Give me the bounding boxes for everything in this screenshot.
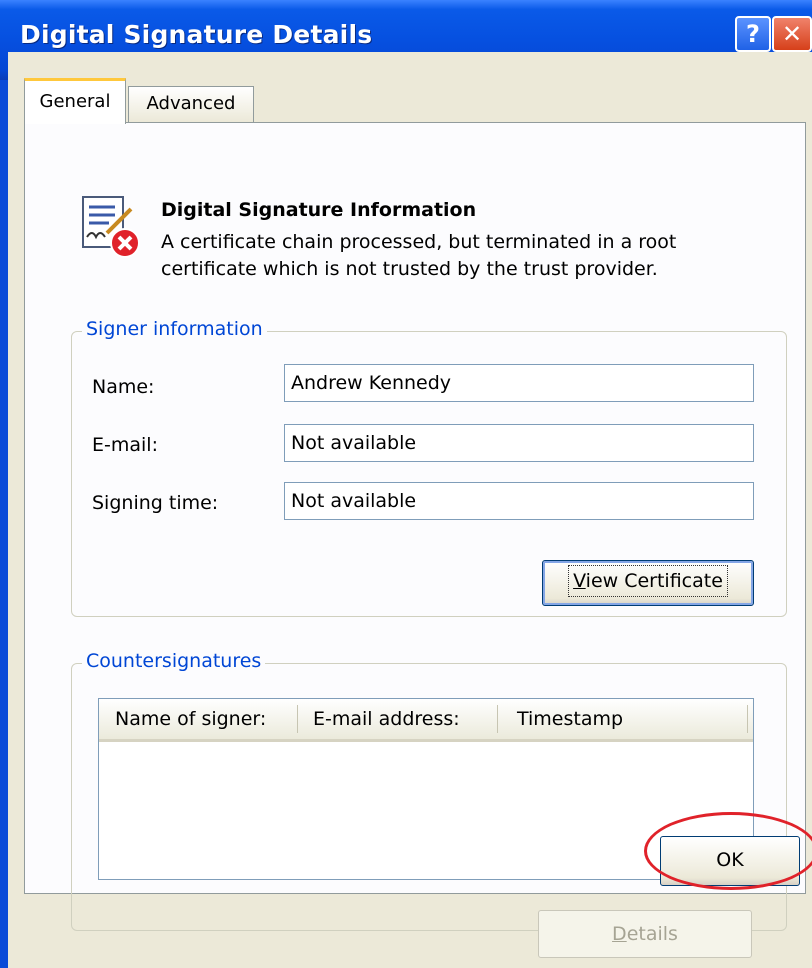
info-message-line-1: A certificate chain processed, but termi… <box>161 231 677 253</box>
view-certificate-mnemonic: V <box>573 570 586 592</box>
dialog-client-area: General Advanced Digital Signature Infor… <box>8 52 812 968</box>
info-message-line-2: certificate which is not trusted by the … <box>161 258 658 280</box>
signer-information-legend: Signer information <box>82 318 267 340</box>
column-name-of-signer[interactable]: Name of signer: <box>115 699 299 739</box>
dialog-title: Digital Signature Details <box>20 20 373 49</box>
details-label: etails <box>626 923 678 945</box>
details-button[interactable]: Details <box>538 910 752 958</box>
general-tab-panel: Digital Signature Information A certific… <box>24 122 806 958</box>
info-title: Digital Signature Information <box>161 199 477 221</box>
info-message: A certificate chain processed, but termi… <box>161 229 741 283</box>
signing-time-label: Signing time: <box>92 492 219 514</box>
column-separator[interactable] <box>497 705 498 733</box>
highlight-circle <box>644 812 812 890</box>
signer-information-group: Signer information Name: Andrew Kennedy … <box>71 318 787 617</box>
signing-time-field[interactable]: Not available <box>284 482 754 520</box>
close-button[interactable]: ✕ <box>772 16 812 52</box>
list-header: Name of signer: E-mail address: Timestam… <box>99 699 753 742</box>
email-field[interactable]: Not available <box>284 424 754 462</box>
dialog-window: Digital Signature Details ? ✕ General Ad… <box>0 0 812 968</box>
countersignatures-legend: Countersignatures <box>82 650 266 672</box>
name-label: Name: <box>92 376 155 398</box>
details-mnemonic: D <box>612 923 627 945</box>
column-timestamp[interactable]: Timestamp <box>517 699 737 739</box>
column-separator[interactable] <box>747 705 748 733</box>
tab-general[interactable]: General <box>24 78 126 124</box>
certificate-error-icon <box>82 196 140 258</box>
email-label: E-mail: <box>92 434 158 456</box>
column-separator[interactable] <box>297 705 298 733</box>
countersignatures-group: Countersignatures Name of signer: E-mail… <box>71 650 787 958</box>
help-button[interactable]: ? <box>735 16 771 52</box>
name-field[interactable]: Andrew Kennedy <box>284 364 754 402</box>
view-certificate-button[interactable]: View Certificate <box>542 560 754 606</box>
tab-advanced[interactable]: Advanced <box>128 86 254 122</box>
view-certificate-label: iew Certificate <box>585 570 723 592</box>
column-email-address[interactable]: E-mail address: <box>313 699 497 739</box>
